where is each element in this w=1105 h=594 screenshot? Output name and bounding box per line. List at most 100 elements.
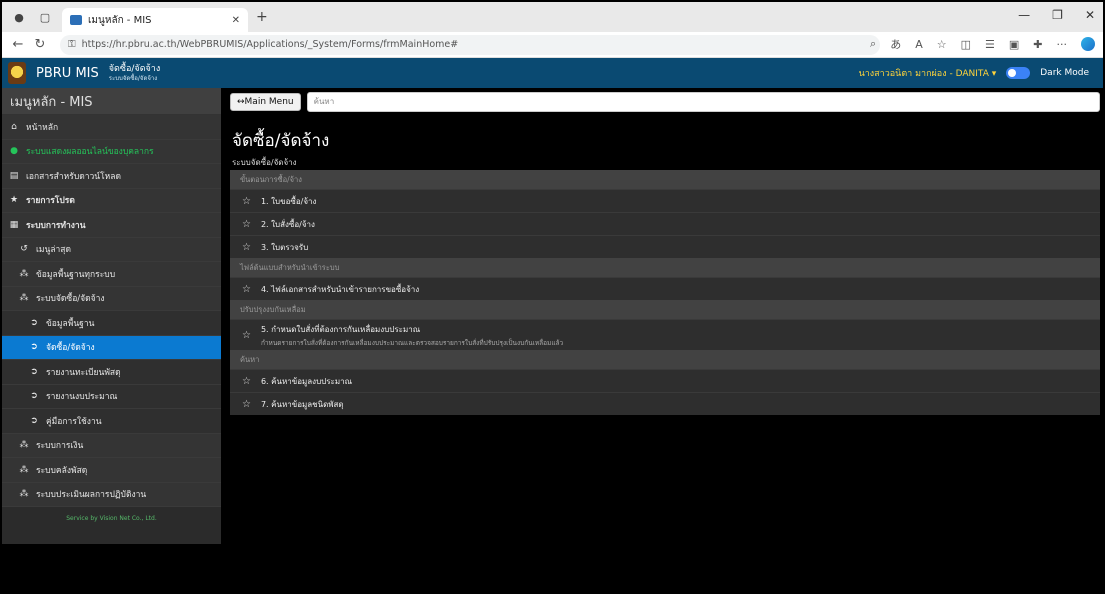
- sidebar-item[interactable]: ● ระบบแสดงผลออนไลน์ของบุคลากร: [2, 139, 221, 164]
- menu-row-label: 2. ใบสั่งซื้อ/จ้าง: [260, 219, 315, 229]
- sidebar-item[interactable]: ⁂ ข้อมูลพื้นฐานทุกระบบ: [2, 262, 221, 287]
- favorite-star-icon[interactable]: ☆: [242, 284, 251, 295]
- menu-row-label: 1. ใบขอซื้อ/จ้าง: [260, 196, 317, 206]
- main-menu-button[interactable]: ↔Main Menu: [230, 92, 301, 111]
- sidebar-title: เมนูหลัก - MIS: [2, 88, 221, 115]
- sidebar-item[interactable]: ▤ เอกสารสำหรับดาวน์โหลด: [2, 164, 221, 189]
- sidebar: เมนูหลัก - MIS ⌂ หน้าหลัก ● ระบบแสดงผลออนไล…: [2, 88, 221, 544]
- tab-actions-icon[interactable]: ▢: [36, 8, 54, 26]
- sidebar-item[interactable]: ➲ รายงานงบประมาณ: [2, 384, 221, 409]
- sidebar-item-label: ข้อมูลพื้นฐานทุกระบบ: [36, 269, 116, 280]
- sidebar-item[interactable]: ⁂ ระบบจัดซื้อ/จัดจ้าง: [2, 286, 221, 311]
- sidebar-menu: ⌂ หน้าหลัก ● ระบบแสดงผลออนไลน์ของบุคลากร ▤ เอ…: [2, 115, 221, 507]
- menu-row-label: 5. กำหนดใบสั่งที่ต้องการกันเหลื่อมงบประม…: [260, 324, 421, 334]
- section-header: ค้นหา: [230, 350, 1100, 369]
- menu-row[interactable]: ☆ 7. ค้นหาข้อมูลชนิดพัสดุ: [230, 392, 1100, 415]
- favorite-icon[interactable]: ☆: [937, 38, 947, 51]
- sidebar-item-label: คู่มือการใช้งาน: [46, 416, 102, 427]
- menu-row[interactable]: ☆ 1. ใบขอซื้อ/จ้าง: [230, 189, 1100, 212]
- menu-row-label: 7. ค้นหาข้อมูลชนิดพัสดุ: [260, 399, 344, 409]
- sidebar-item[interactable]: ↺ เมนูล่าสุด: [2, 237, 221, 262]
- split-screen-icon[interactable]: ◫: [961, 38, 971, 51]
- refresh-icon[interactable]: ↻: [34, 37, 46, 52]
- search-input[interactable]: ค้นหา: [306, 91, 1100, 112]
- favorite-star-icon[interactable]: ☆: [242, 196, 251, 207]
- favorite-star-icon[interactable]: ☆: [242, 376, 251, 387]
- sidebar-item[interactable]: ★ รายการโปรด: [2, 188, 221, 213]
- sidebar-item-label: จัดซื้อ/จัดจ้าง: [46, 343, 95, 354]
- sidebar-item[interactable]: ⁂ ระบบคลังพัสดุ: [2, 458, 221, 483]
- circle-arrow-icon: ➲: [30, 366, 38, 377]
- menu-row-text: 1. ใบขอซื้อ/จ้าง: [261, 195, 316, 208]
- circle-arrow-icon: ➲: [30, 317, 38, 328]
- cubes-icon: ⁂: [19, 464, 29, 475]
- grid-icon: ▦: [9, 219, 19, 230]
- user-area: นางสาวอนิตา มากผ่อง - DANITA ▾ Dark Mode: [859, 66, 1089, 80]
- sidebar-item[interactable]: ⁂ ระบบประเมินผลการปฏิบัติงาน: [2, 482, 221, 507]
- sidebar-item[interactable]: ⁂ ระบบการเงิน: [2, 433, 221, 458]
- sidebar-item[interactable]: ➲ รายงานทะเบียนพัสดุ: [2, 360, 221, 385]
- sidebar-item[interactable]: ➲ คู่มือการใช้งาน: [2, 409, 221, 434]
- cubes-icon: ⁂: [19, 489, 29, 500]
- module-subtitle: ระบบจัดซื้อ/จัดจ้าง: [108, 74, 158, 82]
- copilot-icon[interactable]: [1081, 37, 1095, 51]
- section-header: ไฟล์ต้นแบบสำหรับนำเข้าระบบ: [230, 258, 1100, 277]
- circle-arrow-icon: ➲: [30, 415, 38, 426]
- home-icon: ⌂: [11, 121, 17, 132]
- browser-tab[interactable]: เมนูหลัก - MIS ✕: [62, 8, 248, 32]
- collections-icon[interactable]: ▣: [1009, 38, 1019, 51]
- back-icon[interactable]: ←: [12, 37, 24, 52]
- sidebar-item-label: ระบบการเงิน: [36, 441, 84, 452]
- favorite-star-icon[interactable]: ☆: [242, 242, 251, 253]
- close-tab-icon[interactable]: ✕: [232, 15, 240, 26]
- page-subtitle: ระบบจัดซื้อ/จัดจ้าง: [232, 158, 297, 167]
- sidebar-item-label: ระบบจัดซื้อ/จัดจ้าง: [36, 294, 105, 305]
- search-icon[interactable]: ⌕: [870, 37, 876, 51]
- favorite-star-icon[interactable]: ☆: [242, 219, 251, 230]
- history-icon: ↺: [20, 244, 28, 255]
- section-header: ขั้นตอนการซื้อ/จ้าง: [230, 170, 1100, 189]
- favorites-list-icon[interactable]: ☰: [985, 38, 995, 51]
- url-field[interactable]: ⚿ https://hr.pbru.ac.th/WebPBRUMIS/Appli…: [60, 34, 880, 55]
- module-heading: จัดซื้อ/จัดจ้าง ระบบจัดซื้อ/จัดจ้าง: [108, 64, 161, 82]
- sidebar-item[interactable]: ▦ ระบบการทำงาน: [2, 213, 221, 238]
- app-brand[interactable]: PBRU MIS: [36, 66, 99, 81]
- extensions-icon[interactable]: ✚: [1033, 38, 1042, 51]
- translate-icon[interactable]: あ: [890, 36, 901, 52]
- dark-mode-toggle[interactable]: [1006, 67, 1031, 79]
- read-aloud-icon[interactable]: A: [915, 38, 923, 51]
- menu-row[interactable]: ☆ 3. ใบตรวจรับ: [230, 235, 1100, 258]
- more-icon[interactable]: ···: [1057, 38, 1068, 51]
- menu-row[interactable]: ☆ 5. กำหนดใบสั่งที่ต้องการกันเหลื่อมงบประ…: [230, 319, 1100, 350]
- menu-row[interactable]: ☆ 6. ค้นหาข้อมูลงบประมาณ: [230, 369, 1100, 392]
- favorite-star-icon[interactable]: ☆: [242, 399, 251, 410]
- url-text: https://hr.pbru.ac.th/WebPBRUMIS/Applica…: [81, 39, 459, 50]
- favorite-star-icon[interactable]: ☆: [242, 330, 251, 341]
- menu-row-text: 4. ไฟล์เอกสารสำหรับนำเข้ารายการขอซื้อจ้า…: [261, 283, 419, 296]
- menu-row-text: 7. ค้นหาข้อมูลชนิดพัสดุ: [261, 398, 344, 411]
- sidebar-item[interactable]: ⌂ หน้าหลัก: [2, 115, 221, 140]
- browser-tab-bar: ● ▢ เมนูหลัก - MIS ✕ + — ❐ ✕: [2, 2, 1103, 32]
- address-bar-row: ← ↻ ⚿ https://hr.pbru.ac.th/WebPBRUMIS/A…: [2, 32, 1103, 58]
- menu-panel: ขั้นตอนการซื้อ/จ้าง ☆ 1. ใบขอซื้อ/จ้าง ☆ 2. …: [230, 170, 1100, 415]
- cubes-icon: ⁂: [19, 293, 29, 304]
- sidebar-item[interactable]: ➲ ข้อมูลพื้นฐาน: [2, 311, 221, 336]
- sidebar-footer: Service by Vision Net Co., Ltd.: [66, 515, 157, 522]
- menu-row[interactable]: ☆ 4. ไฟล์เอกสารสำหรับนำเข้ารายการขอซื้อจ้…: [230, 277, 1100, 300]
- profile-icon[interactable]: ●: [10, 8, 28, 26]
- tab-title: เมนูหลัก - MIS: [88, 14, 152, 26]
- sidebar-item-label: รายงานงบประมาณ: [46, 392, 118, 403]
- sidebar-item-label: ระบบแสดงผลออนไลน์ของบุคลากร: [26, 147, 154, 158]
- content-toolbar: ↔Main Menu ค้นหา: [230, 88, 1100, 115]
- circle-arrow-icon: ➲: [30, 391, 38, 402]
- menu-row[interactable]: ☆ 2. ใบสั่งซื้อ/จ้าง: [230, 212, 1100, 235]
- document-icon: ▤: [9, 170, 19, 181]
- restore-icon[interactable]: ❐: [1052, 8, 1063, 22]
- cubes-icon: ⁂: [19, 440, 29, 451]
- close-window-icon[interactable]: ✕: [1085, 8, 1095, 22]
- new-tab-icon[interactable]: +: [256, 9, 268, 25]
- minimize-icon[interactable]: —: [1018, 8, 1030, 22]
- user-menu[interactable]: นางสาวอนิตา มากผ่อง - DANITA ▾: [859, 66, 997, 80]
- sidebar-item[interactable]: ➲ จัดซื้อ/จัดจ้าง: [2, 335, 221, 360]
- sidebar-item-label: ระบบประเมินผลการปฏิบัติงาน: [36, 490, 147, 501]
